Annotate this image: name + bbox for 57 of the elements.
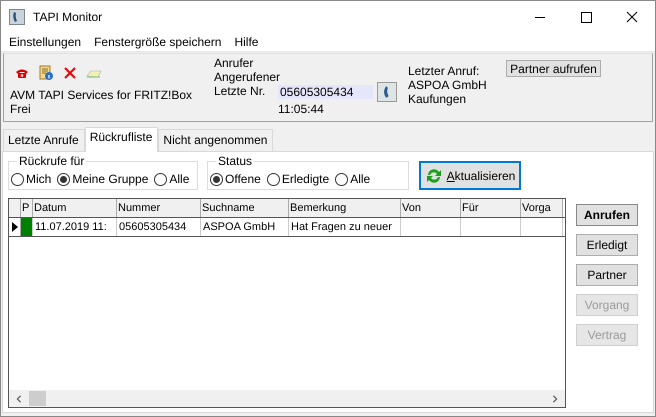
radio-button[interactable]: Erledigte: [266, 172, 330, 186]
table-cell: 11.07.2019 11:: [33, 218, 117, 236]
radio-icon[interactable]: [11, 172, 24, 186]
column-header[interactable]: Vorga: [521, 199, 563, 217]
last-call-label: Letzter Anruf:: [408, 64, 480, 78]
scroll-right-icon[interactable]: [551, 394, 559, 402]
table-cell: 05605305434: [117, 218, 201, 236]
column-header[interactable]: Suchname: [201, 199, 289, 217]
column-header[interactable]: Für: [461, 199, 521, 217]
menu-item[interactable]: Einstellungen: [9, 34, 82, 48]
menu-item[interactable]: Hilfe: [234, 34, 258, 48]
menu-item[interactable]: Fenstergröße speichern: [94, 34, 222, 48]
tab[interactable]: Rückrufliste: [84, 127, 158, 152]
radio-icon[interactable]: [57, 172, 70, 186]
radio-icon[interactable]: [210, 172, 223, 186]
group-title: Rückrufe für: [17, 155, 86, 168]
group-title: Status: [216, 155, 254, 168]
radio-button[interactable]: Mich: [11, 172, 52, 186]
action-button[interactable]: Erledigt: [576, 234, 638, 256]
dial-button[interactable]: [377, 82, 397, 102]
line-name: AVM TAPI Services for FRITZ!Box: [10, 88, 194, 102]
number-field: 05605305434: [278, 85, 373, 99]
phone-icon: [9, 8, 25, 24]
column-header[interactable]: Nummer: [117, 199, 201, 217]
call-label: Angerufener: [214, 70, 278, 84]
refresh-icon: [424, 166, 443, 184]
delete-icon[interactable]: [62, 65, 78, 81]
tab[interactable]: Nicht angenommen: [158, 129, 274, 151]
radio-icon[interactable]: [266, 172, 280, 186]
radio-icon[interactable]: [335, 172, 348, 186]
action-button[interactable]: Anrufen: [576, 204, 638, 226]
radio-icon[interactable]: [154, 172, 168, 186]
column-header[interactable]: P: [21, 199, 33, 217]
call-time: 11:05:44: [278, 102, 325, 116]
radio-button[interactable]: Alle: [154, 172, 190, 186]
radio-button[interactable]: Meine Gruppe: [57, 172, 148, 186]
last-call-name: ASPOA GmbH: [408, 78, 488, 92]
partner-button[interactable]: Partner aufrufen: [506, 60, 601, 77]
call-label: Letzte Nr.: [214, 84, 266, 98]
horizontal-scrollbar[interactable]: [9, 390, 565, 407]
refresh-button[interactable]: Aktualisieren: [419, 161, 521, 190]
line-status: Frei: [10, 102, 32, 116]
radio-button[interactable]: Offene: [210, 172, 261, 186]
tab[interactable]: Letzte Anrufe: [3, 129, 85, 151]
last-call-city: Kaufungen: [408, 92, 468, 106]
info-icon[interactable]: [38, 65, 54, 81]
scroll-left-icon[interactable]: [15, 394, 23, 402]
column-header[interactable]: Von: [401, 199, 461, 217]
call-label: Anrufer: [214, 56, 254, 70]
column-header[interactable]: Datum: [33, 199, 117, 217]
table-cell: Hat Fragen zu neuer: [289, 218, 401, 236]
column-header[interactable]: Bemerkung: [289, 199, 401, 217]
scrollbar-thumb[interactable]: [29, 391, 46, 406]
table-cell: ASPOA GmbH: [201, 218, 289, 236]
window-title: TAPI Monitor: [33, 10, 102, 24]
action-button[interactable]: Partner: [576, 264, 638, 286]
radio-button[interactable]: Alle: [335, 172, 370, 186]
